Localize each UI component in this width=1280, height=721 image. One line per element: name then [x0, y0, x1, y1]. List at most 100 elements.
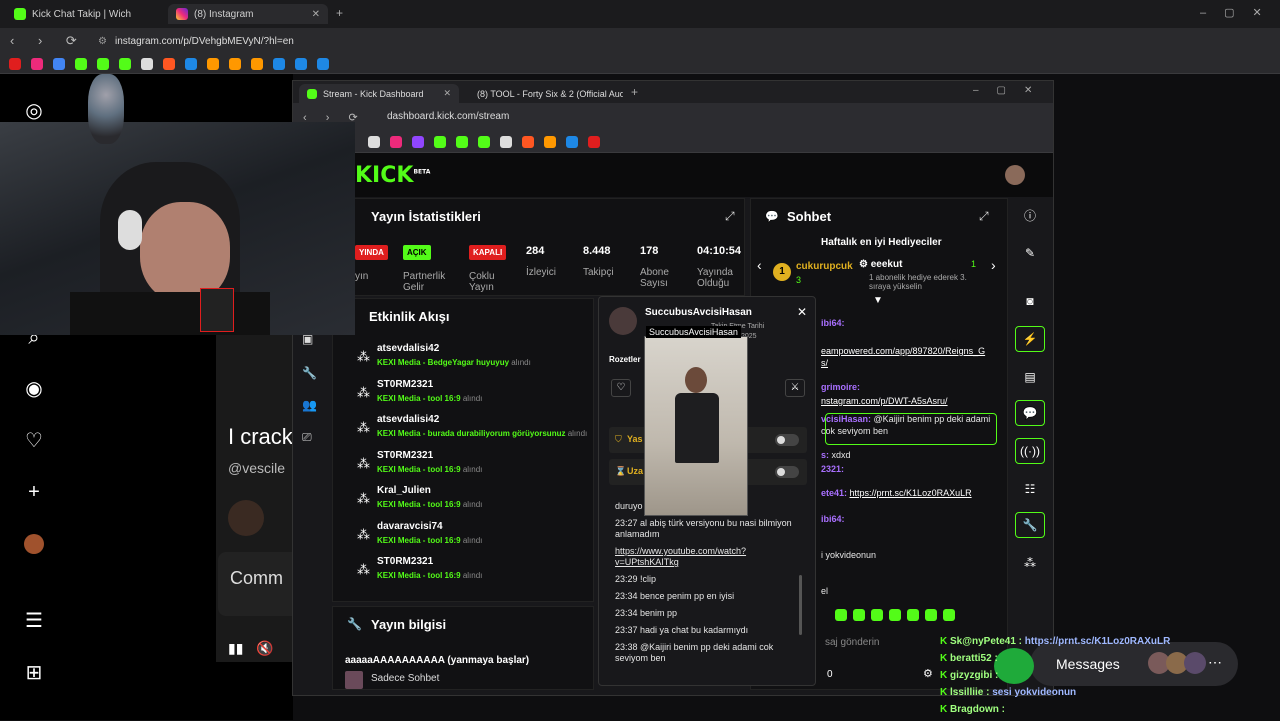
chat-message[interactable]: grimoire: [821, 381, 991, 393]
bookmark-icon[interactable] [163, 57, 175, 70]
bookmark-icon[interactable] [478, 135, 490, 148]
bookmark-icon[interactable] [522, 135, 534, 148]
chat-username[interactable]: ibi64: [821, 318, 845, 328]
bookmark-icon[interactable] [588, 135, 600, 148]
bookmark-icon[interactable] [295, 57, 307, 70]
bookmark-icon[interactable] [53, 57, 65, 70]
mod-sword-icon[interactable]: ⚔ [785, 379, 805, 397]
bookmark-icon[interactable] [368, 135, 380, 148]
user-card-name[interactable]: SuccubusAvcisiHasan [645, 307, 752, 318]
event-row[interactable]: ⁂ ST0RM2321 KEXI Media - tool 16:9 alındı [357, 377, 593, 411]
bookmark-icon[interactable] [229, 57, 241, 70]
bookmark-icon[interactable] [31, 57, 43, 70]
chat-message[interactable]: s: xdxd [821, 449, 991, 461]
chat-message[interactable]: el [821, 585, 991, 597]
bookmark-icon[interactable] [75, 57, 87, 70]
bookmark-icon[interactable] [390, 135, 402, 148]
bookmark-icon[interactable] [544, 135, 556, 148]
emote-icon[interactable] [853, 609, 865, 621]
chevron-left-icon[interactable]: ‹ [757, 257, 762, 273]
new-tab-icon[interactable]: + [336, 6, 343, 20]
chat-message[interactable]: ete41: https://prnt.sc/K1Loz0RAXuLR [821, 487, 991, 499]
chat-message[interactable]: ibi64: [821, 513, 991, 525]
nav-buttons-icon[interactable]: ‹ › ⟳ [10, 33, 87, 49]
bookmark-icon[interactable] [456, 135, 468, 148]
expand-icon[interactable]: ⤢ [725, 209, 735, 224]
event-row[interactable]: ⁂ atsevdalisi42 KEXI Media - burada durabi… [357, 412, 593, 446]
filter-icon[interactable]: ▼ [873, 295, 883, 306]
event-row[interactable]: ⁂ ST0RM2321 KEXI Media - tool 16:9 alındı [357, 448, 593, 482]
chat-username[interactable]: ibi64: [821, 514, 845, 524]
camera-icon[interactable]: ◙ [1015, 288, 1045, 314]
settings-gear-icon[interactable]: ⚙ [923, 667, 933, 680]
emote-icon[interactable] [871, 609, 883, 621]
stream-icon[interactable]: ⎚ [302, 430, 312, 445]
new-tab-icon[interactable]: + [631, 85, 638, 99]
emote-icon[interactable] [889, 609, 901, 621]
option-toggle[interactable] [775, 466, 799, 478]
inner-tab-youtube[interactable]: (8) TOOL - Forty Six & 2 (Official Audi [463, 84, 623, 103]
chat-username[interactable]: ete41: [821, 488, 847, 498]
bookmark-icon[interactable] [434, 135, 446, 148]
event-row[interactable]: ⁂ davaravcisi74 KEXI Media - tool 16:9 alı… [357, 519, 593, 553]
menu-icon[interactable]: ☰ [22, 608, 46, 632]
kick-logo[interactable]: KICKBETA [355, 163, 430, 188]
chat-username[interactable]: 2321: [821, 464, 844, 474]
bookmark-icon[interactable] [207, 57, 219, 70]
bookmark-icon[interactable] [500, 135, 512, 148]
bookmark-icon[interactable] [141, 57, 153, 70]
event-user[interactable]: ST0RM2321 [377, 379, 433, 390]
wrench-icon[interactable]: 🔧 [1015, 512, 1045, 538]
window-controls[interactable]: –▢✕ [1200, 6, 1280, 19]
top-gifter-name[interactable]: cukurupcuk [796, 261, 853, 272]
emote-icon[interactable] [943, 609, 955, 621]
user-avatar[interactable] [1005, 165, 1025, 185]
inner-tab-kick-dashboard[interactable]: Stream - Kick Dashboard ✕ [299, 84, 459, 103]
event-user[interactable]: ST0RM2321 [377, 556, 433, 567]
tools-icon[interactable]: 🔧 [302, 366, 317, 380]
close-tab-icon[interactable]: ✕ [312, 9, 320, 20]
chat-message[interactable]: i yokvideonun [821, 549, 991, 561]
layout-icon[interactable]: ☷ [1015, 476, 1045, 502]
chat-message[interactable]: ibi64: [821, 317, 991, 329]
lightning-icon[interactable]: ⚡ [1015, 326, 1045, 352]
event-user[interactable]: davaravcisi74 [377, 521, 443, 532]
inner-url-text[interactable]: dashboard.kick.com/stream [387, 111, 509, 122]
bookmark-icon[interactable] [251, 57, 263, 70]
bookmark-icon[interactable] [317, 57, 329, 70]
instagram-logo-icon[interactable]: ◎ [22, 98, 46, 122]
follow-heart-icon[interactable]: ♡ [611, 379, 631, 397]
outer-url-bar[interactable]: ⚙ instagram.com/p/DVehgbMEVyN/?hl=en [88, 31, 948, 51]
post-avatar[interactable] [228, 500, 264, 536]
event-user[interactable]: Kral_Julien [377, 485, 431, 496]
gifter2-row[interactable]: ⚙ eeekut [859, 259, 902, 270]
option-toggle[interactable] [775, 434, 799, 446]
chat-username[interactable]: grimoire: [821, 382, 860, 392]
outer-tab-instagram[interactable]: (8) Instagram ✕ [168, 4, 328, 24]
site-info-icon[interactable]: ⚙ [98, 36, 107, 47]
close-tab-icon[interactable]: ✕ [443, 88, 451, 99]
emote-icon[interactable] [925, 609, 937, 621]
chat-message[interactable]: 2321: [821, 463, 991, 475]
expand-icon[interactable]: ⤢ [979, 209, 989, 224]
bookmark-icon[interactable] [119, 57, 131, 70]
comment-box[interactable]: Comm [218, 552, 298, 616]
post-handle[interactable]: @vescile [228, 460, 285, 476]
bookmark-icon[interactable] [412, 135, 424, 148]
create-plus-icon[interactable]: + [22, 480, 46, 504]
popup-scrollbar[interactable] [799, 575, 802, 635]
bookmark-icon[interactable] [185, 57, 197, 70]
chat-username[interactable]: s: [821, 450, 829, 460]
mute-icon[interactable]: 🔇 [256, 640, 273, 657]
outer-tab-kick-chat[interactable]: Kick Chat Takip | Wich [6, 4, 166, 24]
broadcast-icon[interactable]: ((·)) [1015, 438, 1045, 464]
more-apps-icon[interactable]: ⊞ [22, 660, 46, 684]
event-user[interactable]: atsevdalisi42 [377, 343, 439, 354]
bookmark-icon[interactable] [97, 57, 109, 70]
event-row[interactable]: ⁂ Kral_Julien KEXI Media - tool 16:9 alınd… [357, 483, 593, 517]
category-name[interactable]: Sadece Sohbet [371, 673, 439, 684]
close-icon[interactable]: ✕ [797, 305, 807, 319]
chat-toggle-icon[interactable]: 💬 [1015, 400, 1045, 426]
users-icon[interactable]: 👥 [302, 398, 317, 412]
event-user[interactable]: ST0RM2321 [377, 450, 433, 461]
